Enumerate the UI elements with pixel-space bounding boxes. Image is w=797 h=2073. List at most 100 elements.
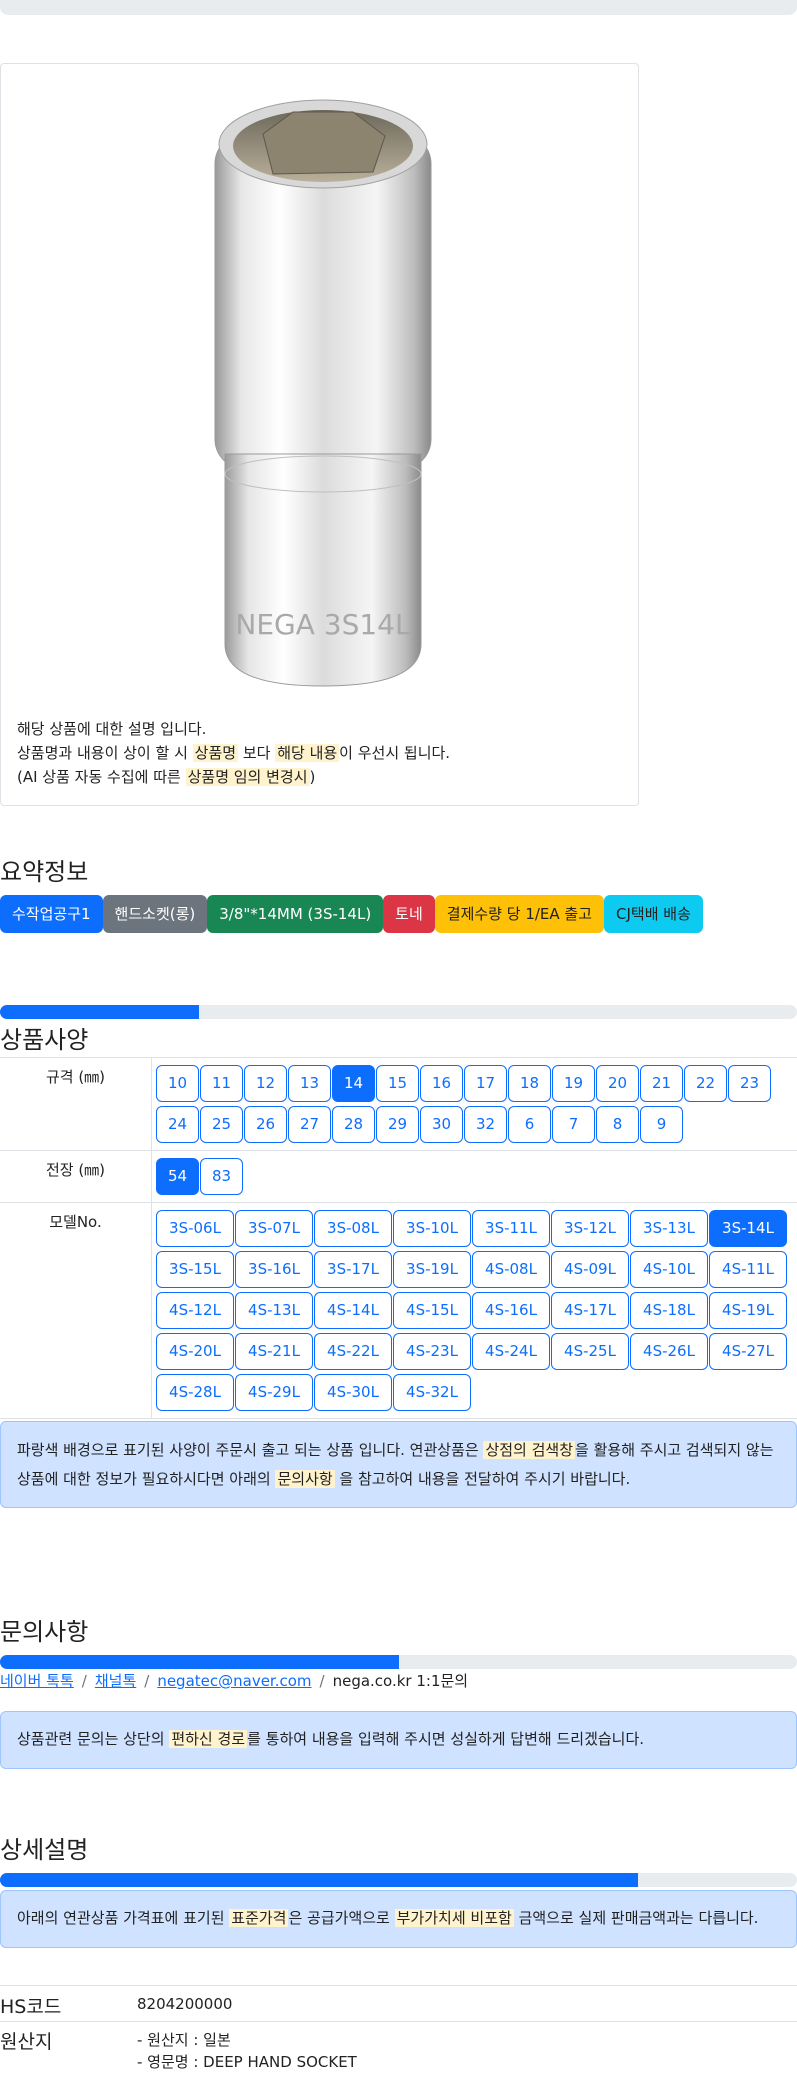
- size-option-button[interactable]: 9: [640, 1106, 683, 1143]
- size-option-button[interactable]: 8: [596, 1106, 639, 1143]
- size-option-button[interactable]: 24: [156, 1106, 199, 1143]
- size-option-button[interactable]: 19: [552, 1065, 595, 1102]
- size-option-button[interactable]: 11: [200, 1065, 243, 1102]
- model-option-button[interactable]: 3S-08L: [314, 1210, 392, 1247]
- size-option-button[interactable]: 25: [200, 1106, 243, 1143]
- model-option-button[interactable]: 4S-18L: [630, 1292, 708, 1329]
- size-option-button[interactable]: 21: [640, 1065, 683, 1102]
- description-line-3: (AI 상품 자동 수집에 따른 상품명 임의 변경시): [17, 765, 450, 789]
- spec-notice: 파랑색 배경으로 표기된 사양이 주문시 출고 되는 상품 입니다. 연관상품은…: [0, 1421, 797, 1508]
- model-option-button[interactable]: 4S-29L: [235, 1374, 313, 1411]
- size-option-button[interactable]: 12: [244, 1065, 287, 1102]
- model-option-button[interactable]: 4S-21L: [235, 1333, 313, 1370]
- spec-row-length: 전장 (㎜) 5483: [0, 1151, 797, 1203]
- model-option-button[interactable]: 4S-25L: [551, 1333, 629, 1370]
- model-option-button[interactable]: 3S-10L: [393, 1210, 471, 1247]
- top-bar: [0, 0, 797, 15]
- nega-inquiry-text: nega.co.kr 1:1문의: [333, 1672, 469, 1690]
- naver-talktalk-link[interactable]: 네이버 톡톡: [0, 1672, 74, 1690]
- model-option-button[interactable]: 4S-30L: [314, 1374, 392, 1411]
- model-option-button[interactable]: 4S-23L: [393, 1333, 471, 1370]
- size-option-button[interactable]: 6: [508, 1106, 551, 1143]
- model-option-button[interactable]: 4S-22L: [314, 1333, 392, 1370]
- model-option-button[interactable]: 4S-32L: [393, 1374, 471, 1411]
- length-option-button[interactable]: 83: [200, 1158, 243, 1195]
- hs-code-value: 8204200000: [137, 1995, 232, 2013]
- model-option-button[interactable]: 3S-12L: [551, 1210, 629, 1247]
- summary-badge: 수작업공구1: [0, 895, 103, 933]
- model-option-button[interactable]: 4S-15L: [393, 1292, 471, 1329]
- model-option-button[interactable]: 3S-06L: [156, 1210, 234, 1247]
- model-option-button[interactable]: 3S-16L: [235, 1251, 313, 1288]
- model-option-button[interactable]: 3S-15L: [156, 1251, 234, 1288]
- size-option-button[interactable]: 26: [244, 1106, 287, 1143]
- summary-badge: 토네: [383, 895, 435, 933]
- summary-title: 요약정보: [0, 852, 88, 887]
- length-label: 전장 (㎜): [0, 1151, 152, 1203]
- model-option-button[interactable]: 4S-13L: [235, 1292, 313, 1329]
- model-options: 3S-06L3S-07L3S-08L3S-10L3S-11L3S-12L3S-1…: [152, 1203, 797, 1419]
- size-option-button[interactable]: 27: [288, 1106, 331, 1143]
- size-option-button[interactable]: 14: [332, 1065, 375, 1102]
- inquiry-notice: 상품관련 문의는 상단의 편하신 경로를 통하여 내용을 입력해 주시면 성실하…: [0, 1711, 797, 1769]
- model-option-button[interactable]: 4S-09L: [551, 1251, 629, 1288]
- size-option-button[interactable]: 23: [728, 1065, 771, 1102]
- model-option-button[interactable]: 4S-26L: [630, 1333, 708, 1370]
- model-option-button[interactable]: 4S-20L: [156, 1333, 234, 1370]
- detail-notice: 아래의 연관상품 가격표에 표기된 표준가격은 공급가액으로 부가가치세 비포함…: [0, 1890, 797, 1948]
- inquiry-links: 네이버 톡톡/채널톡/negatec@naver.com/nega.co.kr …: [0, 1670, 468, 1691]
- model-option-button[interactable]: 3S-17L: [314, 1251, 392, 1288]
- size-option-button[interactable]: 16: [420, 1065, 463, 1102]
- spec-row-model: 모델No. 3S-06L3S-07L3S-08L3S-10L3S-11L3S-1…: [0, 1203, 797, 1419]
- product-description: 해당 상품에 대한 설명 입니다. 상품명과 내용이 상이 할 시 상품명 보다…: [17, 717, 450, 789]
- detail-progress-bar: [0, 1873, 797, 1887]
- size-option-button[interactable]: 15: [376, 1065, 419, 1102]
- size-option-button[interactable]: 30: [420, 1106, 463, 1143]
- hs-code-row: HS코드 8204200000: [0, 1985, 797, 2022]
- hs-code-label: HS코드: [0, 1992, 61, 2019]
- channel-talk-link[interactable]: 채널톡: [95, 1672, 136, 1690]
- spec-progress-bar: [0, 1005, 797, 1019]
- model-option-button[interactable]: 3S-11L: [472, 1210, 550, 1247]
- size-option-button[interactable]: 18: [508, 1065, 551, 1102]
- model-option-button[interactable]: 3S-07L: [235, 1210, 313, 1247]
- origin-label: 원산지: [0, 2027, 52, 2054]
- model-option-button[interactable]: 3S-19L: [393, 1251, 471, 1288]
- inquiry-progress-bar: [0, 1655, 797, 1669]
- socket-product-image: NEGA 3S14L: [213, 94, 433, 694]
- model-option-button[interactable]: 4S-16L: [472, 1292, 550, 1329]
- model-option-button[interactable]: 4S-11L: [709, 1251, 787, 1288]
- origin-row: 원산지 - 원산지 : 일본 - 영문명 : DEEP HAND SOCKET: [0, 2021, 797, 2070]
- model-option-button[interactable]: 4S-17L: [551, 1292, 629, 1329]
- size-option-button[interactable]: 10: [156, 1065, 199, 1102]
- email-link[interactable]: negatec@naver.com: [157, 1672, 311, 1690]
- model-option-button[interactable]: 4S-12L: [156, 1292, 234, 1329]
- size-option-button[interactable]: 28: [332, 1106, 375, 1143]
- size-option-button[interactable]: 32: [464, 1106, 507, 1143]
- summary-badge: CJ택배 배송: [604, 895, 703, 933]
- summary-badge: 결제수량 당 1/EA 출고: [435, 895, 604, 933]
- size-options: 1011121314151617181920212223 242526272829…: [152, 1058, 797, 1151]
- model-option-button[interactable]: 4S-19L: [709, 1292, 787, 1329]
- model-option-button[interactable]: 4S-27L: [709, 1333, 787, 1370]
- description-line-1: 해당 상품에 대한 설명 입니다.: [17, 717, 450, 741]
- length-option-button[interactable]: 54: [156, 1158, 199, 1195]
- model-option-button[interactable]: 3S-13L: [630, 1210, 708, 1247]
- size-option-button[interactable]: 20: [596, 1065, 639, 1102]
- spec-title: 상품사양: [0, 1020, 88, 1055]
- model-option-button[interactable]: 4S-10L: [630, 1251, 708, 1288]
- summary-badge: 핸드소켓(롱): [103, 895, 208, 933]
- size-option-button[interactable]: 29: [376, 1106, 419, 1143]
- size-option-button[interactable]: 17: [464, 1065, 507, 1102]
- size-option-button[interactable]: 7: [552, 1106, 595, 1143]
- model-option-button[interactable]: 4S-08L: [472, 1251, 550, 1288]
- model-option-button[interactable]: 4S-14L: [314, 1292, 392, 1329]
- length-options: 5483: [152, 1151, 797, 1203]
- model-option-button[interactable]: 4S-28L: [156, 1374, 234, 1411]
- model-option-button[interactable]: 3S-14L: [709, 1210, 787, 1247]
- size-option-button[interactable]: 22: [684, 1065, 727, 1102]
- origin-line-1: - 원산지 : 일본: [137, 2029, 357, 2051]
- size-option-button[interactable]: 13: [288, 1065, 331, 1102]
- model-label: 모델No.: [0, 1203, 152, 1419]
- model-option-button[interactable]: 4S-24L: [472, 1333, 550, 1370]
